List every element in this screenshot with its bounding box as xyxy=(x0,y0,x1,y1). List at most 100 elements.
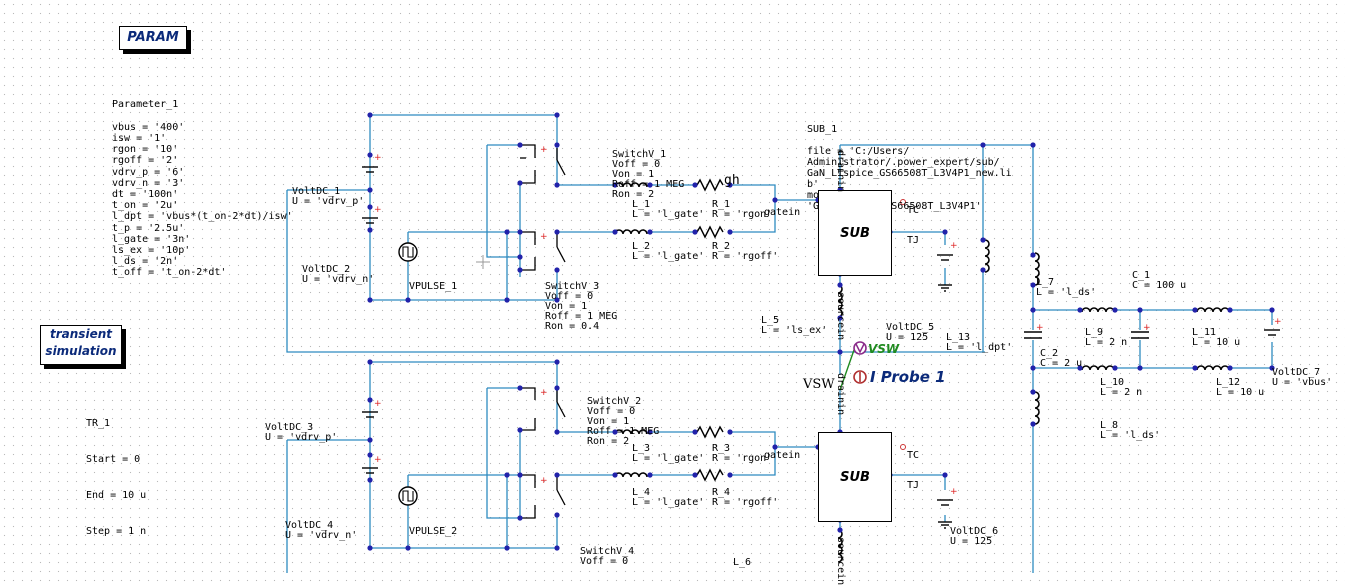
voltdc7-label[interactable]: VoltDC_7 U = 'vbus' xyxy=(1272,368,1332,388)
parameter-line: ls_ex = '10p' xyxy=(112,245,191,257)
switch3-label[interactable]: SwitchV_3 Voff = 0 Von = 1 Roff = 1 MEG Ron … xyxy=(545,282,617,332)
connection-node xyxy=(405,297,411,303)
switch3-label-line: Ron = 0.4 xyxy=(545,321,600,332)
connection-node xyxy=(367,359,373,365)
connection-node xyxy=(1030,282,1036,288)
voltdc4-label[interactable]: VoltDC_4 U = 'vdrv_n' xyxy=(285,521,357,541)
parameter-line: l_dpt = 'vbus*(t_on-2*dt)/isw' xyxy=(112,211,293,223)
l6-label: L_6 xyxy=(733,557,752,568)
tr-start: Start = 0 xyxy=(86,454,141,465)
l2-label[interactable]: L_2 L = 'l_gate' xyxy=(632,242,704,262)
connection-node xyxy=(980,237,986,243)
svg-text:+: + xyxy=(540,388,548,398)
voltdc2-label[interactable]: VoltDC_2 U = 'vdrv_n' xyxy=(302,265,374,285)
svg-text:+: + xyxy=(374,153,382,163)
connection-node xyxy=(1030,389,1036,395)
vsw-voltage-probe[interactable] xyxy=(853,341,867,355)
connection-node xyxy=(367,545,373,551)
connection-node xyxy=(367,437,373,443)
svg-text:+: + xyxy=(1036,323,1044,333)
switch2-label[interactable]: SwitchV_2 Voff = 0 Von = 1 Roff = 1 MEG Ron … xyxy=(587,397,659,447)
l5-label-line: L = 'ls_ex' xyxy=(761,325,828,336)
voltdc1-label[interactable]: VoltDC_1 U = 'vdrv_p' xyxy=(292,187,364,207)
sourcein-label-upper: sourcein xyxy=(835,292,846,341)
voltdc5-label[interactable]: VoltDC_5 U = 125 xyxy=(886,323,934,343)
parameter-name: Parameter_1 xyxy=(112,99,179,111)
parameter-line: rgon = '10' xyxy=(112,144,179,156)
gh-net-label: gh xyxy=(724,173,740,188)
switch1-label[interactable]: SwitchV_1 Voff = 0 Von = 1 Roff = 1 MEG Ron … xyxy=(612,150,684,200)
connection-node xyxy=(1227,365,1233,371)
switch4-label-line: Voff = 0 xyxy=(580,556,629,567)
l7-label[interactable]: L_7 L = 'l_ds' xyxy=(1036,278,1096,298)
current-probe-label: I Probe 1 xyxy=(870,368,946,386)
r4-label[interactable]: R_4 R = 'rgoff' xyxy=(712,488,778,508)
parameter-line: l_gate = '3n' xyxy=(112,233,191,245)
tc-pin-label-upper: TC xyxy=(907,205,920,216)
param-box[interactable]: PARAM xyxy=(119,26,187,50)
l8-label[interactable]: L_8 L = 'l_ds' xyxy=(1100,421,1160,441)
connection-node xyxy=(1030,142,1036,148)
tr-name: TR_1 xyxy=(86,418,111,429)
connection-node xyxy=(405,545,411,551)
svg-text:+: + xyxy=(540,232,548,242)
voltdc3-label[interactable]: VoltDC_3 U = 'vdrv_p' xyxy=(265,423,337,443)
l12-label-line: L = 10 u xyxy=(1216,387,1265,398)
current-probe[interactable] xyxy=(853,370,867,384)
connection-node xyxy=(1030,421,1036,427)
voltdc3-label-line: U = 'vdrv_p' xyxy=(265,432,338,443)
voltdc6-label[interactable]: VoltDC_6 U = 125 xyxy=(950,527,998,547)
parameter-line: t_on = '2u' xyxy=(112,200,179,212)
connection-node xyxy=(367,112,373,118)
tr-step: Step = 1 n xyxy=(86,526,147,537)
r1-label-line: R = 'rgon' xyxy=(712,209,773,220)
transient-params[interactable]: TR_1 Start = 0 End = 10 u Step = 1 n xyxy=(86,394,146,550)
l3-label[interactable]: L_3 L = 'l_gate' xyxy=(632,444,704,464)
c1-label[interactable]: C_1 C = 100 u xyxy=(1132,271,1186,291)
connection-node xyxy=(612,472,618,478)
l12-label[interactable]: L_12 L = 10 u xyxy=(1216,378,1264,398)
voltdc1-label-line: U = 'vdrv_p' xyxy=(292,196,365,207)
sub-block-lower[interactable]: SUB xyxy=(818,432,892,522)
connection-node xyxy=(504,545,510,551)
connection-node xyxy=(504,229,510,235)
voltdc4-label-line: U = 'vdrv_n' xyxy=(285,530,358,541)
r2-label[interactable]: R_2 R = 'rgoff' xyxy=(712,242,778,262)
l4-label-line: L = 'l_gate' xyxy=(632,497,705,508)
parameter-block[interactable]: Parameter_1 vbus = '400' isw = '1' rgon = … xyxy=(112,77,293,279)
l4-label[interactable]: L_4 L = 'l_gate' xyxy=(632,488,704,508)
l13-label[interactable]: L_13 L = 'l_dpt' xyxy=(946,333,1012,353)
connection-node xyxy=(1269,307,1275,313)
connection-node xyxy=(367,152,373,158)
connection-node xyxy=(980,267,986,273)
l9-label[interactable]: L_9 L = 2 n xyxy=(1085,328,1127,348)
c1-label-line: C = 100 u xyxy=(1132,280,1187,291)
svg-text:+: + xyxy=(374,399,382,409)
r3-label[interactable]: R_3 R = 'rgon' xyxy=(712,444,772,464)
connection-node xyxy=(1137,365,1143,371)
l11-label[interactable]: L_11 L = 10 u xyxy=(1192,328,1240,348)
param-box-label: PARAM xyxy=(127,30,179,45)
vsw-probe-label: VSW xyxy=(868,342,900,356)
connection-node xyxy=(517,267,523,273)
sub-block-upper[interactable]: SUB xyxy=(818,190,892,276)
connection-node xyxy=(554,182,560,188)
transient-simulation-box[interactable]: transient simulation xyxy=(40,325,122,365)
l1-label[interactable]: L_1 L = 'l_gate' xyxy=(632,200,704,220)
r2-label-line: R = 'rgoff' xyxy=(712,251,779,262)
l5-label[interactable]: L_5 L = 'ls_ex' xyxy=(761,316,827,336)
connection-node xyxy=(1030,252,1036,258)
r1-label[interactable]: R_1 R = 'rgon' xyxy=(712,200,772,220)
drainin-label-upper: drainin xyxy=(835,150,846,193)
connection-node xyxy=(772,197,778,203)
l9-label-line: L = 2 n xyxy=(1085,337,1128,348)
l10-label[interactable]: L_10 L = 2 n xyxy=(1100,378,1142,398)
c2-label[interactable]: C_2 C = 2 u xyxy=(1040,349,1082,369)
switch4-label[interactable]: SwitchV_4 Voff = 0 xyxy=(580,547,634,567)
sourcein-label-lower: sourcein xyxy=(835,537,846,585)
l3-label-line: L = 'l_gate' xyxy=(632,453,705,464)
connection-node xyxy=(727,429,733,435)
l2-label-line: L = 'l_gate' xyxy=(632,251,705,262)
simulation-label: simulation xyxy=(45,344,117,358)
l7-label-line: L = 'l_ds' xyxy=(1036,287,1097,298)
